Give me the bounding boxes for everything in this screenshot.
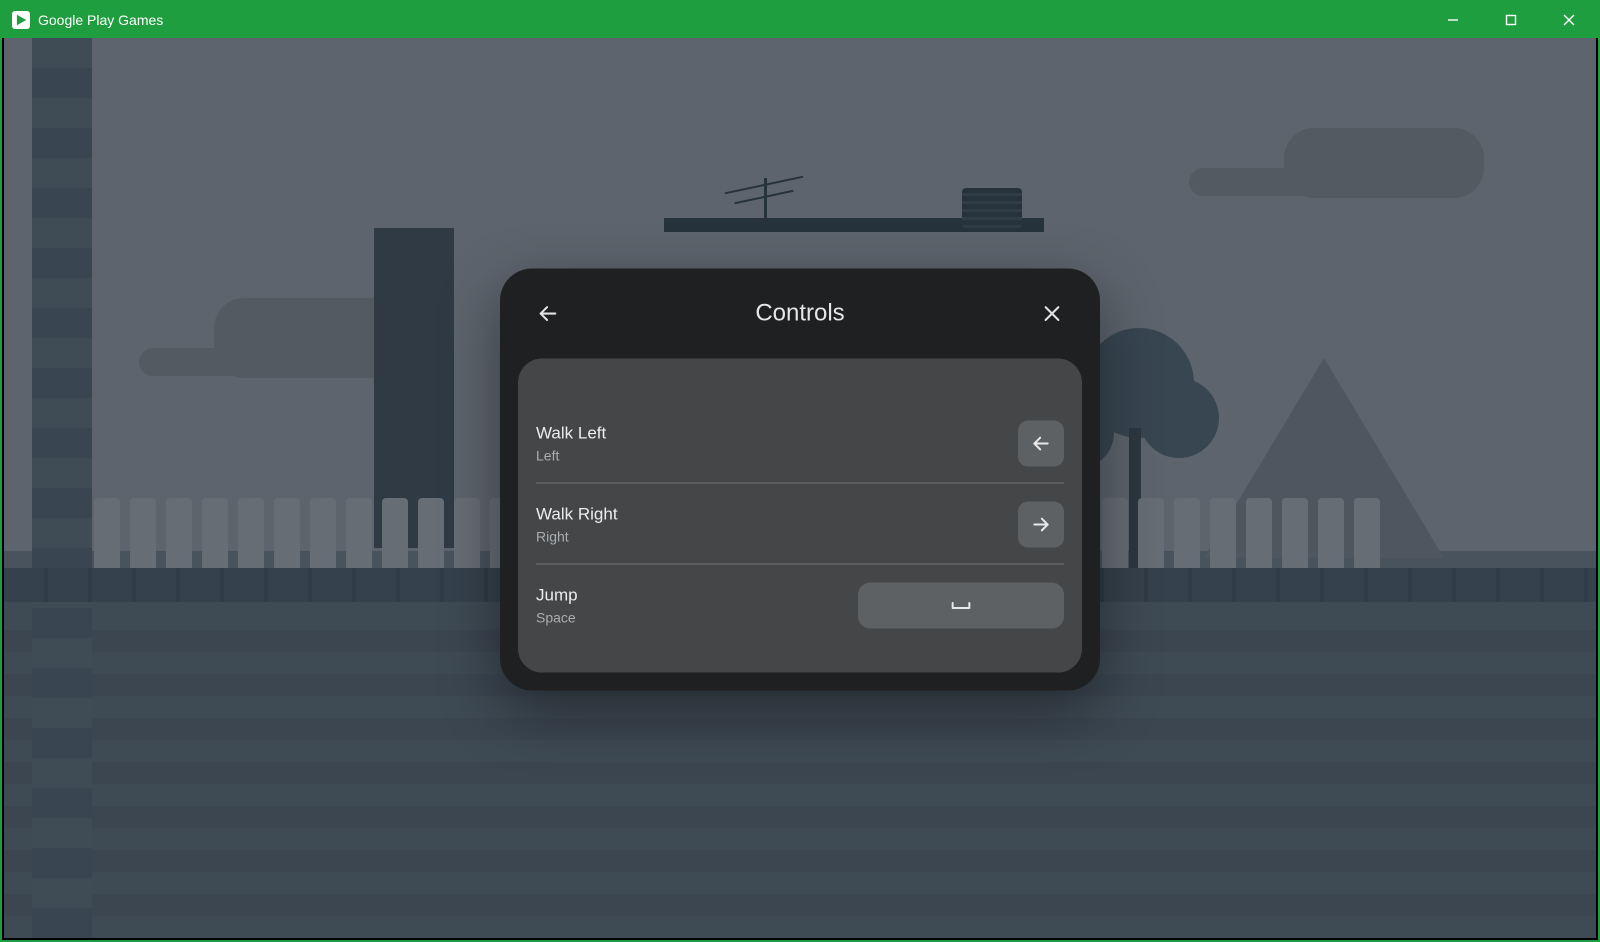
control-action: Walk Right: [536, 505, 618, 525]
titlebar-left: Google Play Games: [12, 11, 163, 29]
game-viewport: Controls Walk Left Left Walk Right Right: [4, 38, 1596, 938]
keycap-walk-left[interactable]: [1018, 421, 1064, 467]
control-text: Walk Right Right: [536, 505, 618, 545]
control-text: Walk Left Left: [536, 424, 606, 464]
maximize-button[interactable]: [1482, 2, 1540, 38]
app-icon: [12, 11, 30, 29]
window-titlebar: Google Play Games: [2, 2, 1598, 38]
window-title: Google Play Games: [38, 12, 163, 28]
control-key-label: Right: [536, 529, 618, 545]
control-action: Jump: [536, 586, 578, 606]
keycap-walk-right[interactable]: [1018, 502, 1064, 548]
control-action: Walk Left: [536, 424, 606, 444]
control-text: Jump Space: [536, 586, 578, 626]
close-icon: [1041, 303, 1063, 325]
arrow-right-icon: [1031, 515, 1051, 535]
controls-dialog: Controls Walk Left Left Walk Right Right: [500, 269, 1100, 691]
minimize-button[interactable]: [1424, 2, 1482, 38]
keycap-jump[interactable]: [858, 583, 1064, 629]
control-key-label: Space: [536, 610, 578, 626]
control-key-label: Left: [536, 448, 606, 464]
space-bar-icon: [951, 601, 971, 611]
arrow-left-icon: [537, 303, 559, 325]
dialog-title: Controls: [755, 300, 844, 328]
close-button[interactable]: [1540, 2, 1598, 38]
control-row-walk-right: Walk Right Right: [536, 483, 1064, 564]
close-dialog-button[interactable]: [1032, 294, 1072, 334]
control-row-walk-left: Walk Left Left: [536, 413, 1064, 483]
arrow-left-icon: [1031, 434, 1051, 454]
dialog-header: Controls: [500, 269, 1100, 359]
back-button[interactable]: [528, 294, 568, 334]
controls-panel: Walk Left Left Walk Right Right Jump: [518, 359, 1082, 673]
control-row-jump: Jump Space: [536, 564, 1064, 645]
window-controls: [1424, 2, 1598, 38]
